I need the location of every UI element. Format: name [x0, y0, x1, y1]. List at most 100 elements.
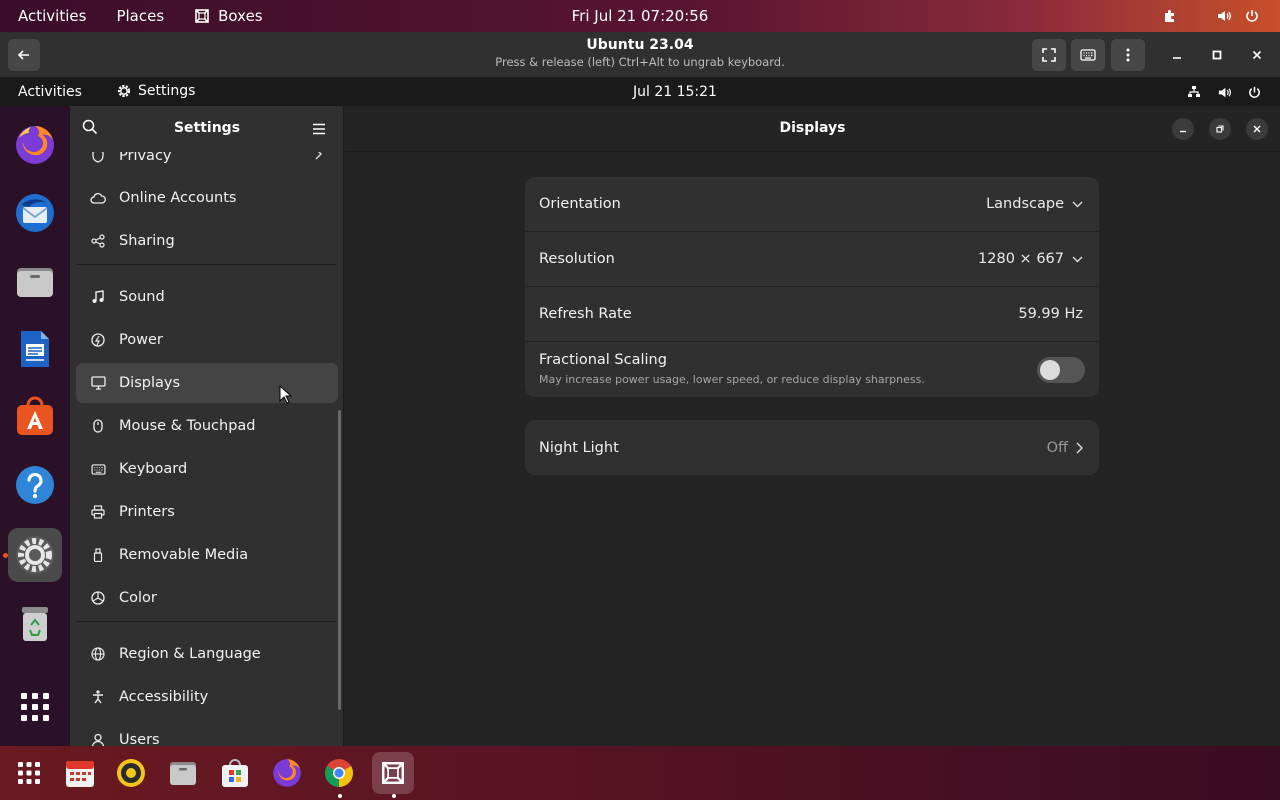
sidebar-item-privacy[interactable]: Privacy [76, 152, 338, 176]
search-button[interactable] [82, 119, 102, 139]
sidebar-item-removable-media[interactable]: Removable Media [76, 535, 338, 575]
night-light-card: Night Light Off [525, 420, 1099, 475]
mouse-cursor-icon [279, 385, 293, 404]
host-dock-calendar[interactable] [59, 752, 101, 794]
sidebar-item-label: Mouse & Touchpad [119, 418, 256, 434]
close-button[interactable] [1246, 44, 1268, 66]
host-dock-firefox[interactable] [266, 752, 308, 794]
host-show-apps-button[interactable] [8, 752, 50, 794]
more-options-button[interactable] [1111, 39, 1145, 71]
sidebar-scrollbar[interactable] [338, 410, 341, 710]
dock-libreoffice-writer[interactable] [8, 322, 62, 376]
close-icon [1252, 50, 1262, 60]
usb-icon [89, 546, 107, 564]
fractional-scaling-label: Fractional Scaling [539, 352, 667, 368]
host-places-menu[interactable]: Places [116, 7, 164, 25]
displays-panel: Displays Orientation Landscape Resolutio… [345, 106, 1280, 746]
display-settings-card: Orientation Landscape Resolution 1280 × … [525, 177, 1099, 397]
guest-power-icon[interactable] [1242, 80, 1266, 104]
restore-icon [1216, 125, 1224, 133]
minimize-icon [1180, 130, 1186, 133]
dock-show-apps[interactable] [8, 680, 62, 734]
host-dock-software[interactable] [214, 752, 256, 794]
minimize-icon [1173, 57, 1181, 59]
content-header: Displays [345, 106, 1280, 152]
grid-icon [21, 693, 49, 721]
host-dock-boxes[interactable] [372, 752, 414, 794]
accessibility-icon [89, 688, 107, 706]
sidebar-item-printers[interactable]: Printers [76, 492, 338, 532]
sidebar-item-region-language[interactable]: Region & Language [76, 634, 338, 674]
sidebar-item-color[interactable]: Color [76, 578, 338, 618]
guest-app-name: Settings [138, 83, 196, 99]
sidebar-item-label: Color [119, 590, 157, 606]
host-activities-button[interactable]: Activities [18, 7, 86, 25]
dock-firefox[interactable] [8, 118, 62, 172]
window-restore-button[interactable] [1209, 118, 1231, 140]
orientation-value: Landscape [986, 196, 1064, 212]
puzzle-icon[interactable] [1156, 0, 1184, 32]
files-icon [17, 268, 53, 297]
users-icon [89, 731, 107, 746]
network-icon[interactable] [1182, 80, 1206, 104]
maximize-button[interactable] [1206, 44, 1228, 66]
fullscreen-button[interactable] [1032, 39, 1066, 71]
window-close-button[interactable] [1246, 118, 1268, 140]
guest-app-menu[interactable]: Settings [116, 83, 195, 99]
fractional-scaling-toggle[interactable] [1037, 356, 1085, 383]
sidebar-item-sharing[interactable]: Sharing [76, 221, 338, 261]
power-icon[interactable] [1238, 0, 1266, 32]
toggle-knob [1040, 359, 1060, 380]
guest-clock[interactable]: Jul 21 15:21 [633, 84, 717, 100]
dock-settings[interactable] [8, 528, 62, 582]
chevron-right-icon [1076, 442, 1083, 453]
send-keys-button[interactable] [1071, 39, 1105, 71]
files-icon [170, 762, 196, 785]
privacy-icon [89, 152, 107, 165]
software-icon [222, 759, 248, 787]
sidebar-item-users[interactable]: Users [76, 720, 338, 746]
orientation-label: Orientation [539, 196, 621, 212]
dock-app-center[interactable] [8, 390, 62, 444]
sidebar-item-power[interactable]: Power [76, 320, 338, 360]
host-clock[interactable]: Fri Jul 21 07:20:56 [572, 7, 709, 25]
sidebar-item-mouse-touchpad[interactable]: Mouse & Touchpad [76, 406, 338, 446]
keyboard-icon [1080, 49, 1096, 61]
app-center-icon [17, 396, 53, 435]
refresh-rate-label: Refresh Rate [539, 306, 632, 322]
sidebar-item-displays[interactable]: Displays [76, 363, 338, 403]
host-app-menu[interactable]: Boxes [194, 7, 263, 25]
sidebar-item-accessibility[interactable]: Accessibility [76, 677, 338, 717]
sidebar-item-online-accounts[interactable]: Online Accounts [76, 178, 338, 218]
resolution-value: 1280 × 667 [978, 251, 1064, 267]
host-dock-rhythmbox[interactable] [110, 752, 152, 794]
resolution-row[interactable]: Resolution 1280 × 667 [525, 232, 1099, 287]
dock-files[interactable] [8, 254, 62, 308]
sidebar-title: Settings [173, 120, 241, 136]
night-light-status: Off [1047, 440, 1083, 456]
back-button[interactable] [8, 39, 40, 71]
maximize-icon [1212, 50, 1222, 60]
dock-trash[interactable] [8, 596, 62, 650]
power-plug-icon [89, 331, 107, 349]
minimize-button[interactable] [1166, 44, 1188, 66]
fractional-scaling-row[interactable]: Fractional Scaling May increase power us… [525, 342, 1099, 397]
orientation-dropdown[interactable]: Landscape [986, 196, 1083, 212]
host-dock-chrome[interactable] [318, 752, 360, 794]
orientation-row[interactable]: Orientation Landscape [525, 177, 1099, 232]
sidebar-item-sound[interactable]: Sound [76, 277, 338, 317]
guest-activities-button[interactable]: Activities [18, 84, 82, 100]
host-dock-files[interactable] [162, 752, 204, 794]
resolution-dropdown[interactable]: 1280 × 667 [978, 251, 1083, 267]
night-light-row[interactable]: Night Light Off [525, 420, 1099, 475]
dock-thunderbird[interactable] [8, 186, 62, 240]
guest-volume-icon[interactable] [1212, 80, 1236, 104]
sidebar-item-keyboard[interactable]: Keyboard [76, 449, 338, 489]
refresh-rate-value: 59.99 Hz [1018, 306, 1083, 322]
main-menu-button[interactable] [312, 120, 330, 138]
window-minimize-button[interactable] [1172, 118, 1194, 140]
dock-help[interactable] [8, 458, 62, 512]
volume-icon[interactable] [1210, 0, 1238, 32]
fractional-scaling-description: May increase power usage, lower speed, o… [539, 373, 925, 386]
more-icon [1126, 48, 1130, 62]
